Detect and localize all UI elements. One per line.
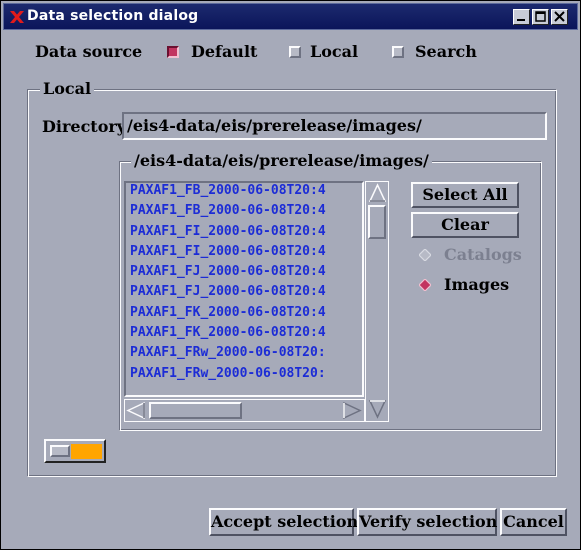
list-item[interactable]: PAXAF1_FI_2000-06-08T20:4 bbox=[126, 224, 362, 244]
dialog-window: Data selection dialog Data source Defaul… bbox=[0, 0, 581, 550]
directory-label: Directory bbox=[42, 117, 127, 136]
scroll-up-arrow-icon[interactable] bbox=[368, 183, 387, 203]
window-title: Data selection dialog bbox=[27, 8, 199, 24]
default-option-label[interactable]: Default bbox=[191, 42, 257, 61]
local-group-legend: Local bbox=[40, 79, 95, 98]
scroll-down-arrow-icon[interactable] bbox=[368, 399, 387, 419]
directory-input[interactable]: /eis4-data/eis/prerelease/images/ bbox=[122, 112, 547, 140]
horizontal-scrollbar[interactable] bbox=[124, 399, 365, 422]
close-button[interactable] bbox=[551, 9, 568, 25]
horizontal-scroll-thumb[interactable] bbox=[149, 402, 242, 419]
maximize-button[interactable] bbox=[532, 9, 549, 25]
list-item[interactable]: PAXAF1_FRw_2000-06-08T20: bbox=[126, 366, 362, 386]
clear-button[interactable]: Clear bbox=[411, 212, 519, 238]
list-item[interactable]: PAXAF1_FJ_2000-06-08T20:4 bbox=[126, 264, 362, 284]
cancel-button[interactable]: Cancel bbox=[500, 508, 567, 536]
default-checkbox[interactable] bbox=[167, 46, 179, 58]
minimize-button[interactable] bbox=[513, 9, 530, 25]
list-item[interactable]: PAXAF1_FB_2000-06-08T20:4 bbox=[126, 183, 362, 203]
vertical-scrollbar[interactable] bbox=[365, 181, 389, 422]
title-bar[interactable]: Data selection dialog bbox=[3, 3, 578, 30]
scroll-right-arrow-icon[interactable] bbox=[342, 401, 362, 420]
scroll-left-arrow-icon[interactable] bbox=[126, 401, 146, 420]
images-radio[interactable] bbox=[419, 279, 431, 291]
list-item[interactable]: PAXAF1_FB_2000-06-08T20:4 bbox=[126, 203, 362, 223]
select-all-button[interactable]: Select All bbox=[411, 182, 519, 208]
close-icon bbox=[554, 11, 565, 22]
activity-toggle[interactable] bbox=[44, 439, 106, 463]
accept-selection-button[interactable]: Accept selection bbox=[209, 508, 358, 536]
list-item[interactable]: PAXAF1_FK_2000-06-08T20:4 bbox=[126, 305, 362, 325]
search-option-label[interactable]: Search bbox=[415, 42, 477, 61]
catalogs-radio[interactable] bbox=[419, 249, 431, 261]
local-option-label[interactable]: Local bbox=[310, 42, 358, 61]
folder-group-legend: /eis4-data/eis/prerelease/images/ bbox=[131, 151, 432, 170]
toggle-knob bbox=[50, 445, 70, 457]
verify-selection-button[interactable]: Verify selection bbox=[357, 508, 497, 536]
x-logo-icon[interactable] bbox=[9, 9, 25, 25]
catalogs-radio-label[interactable]: Catalogs bbox=[444, 245, 522, 264]
list-item[interactable]: PAXAF1_FRw_2000-06-08T20: bbox=[126, 345, 362, 365]
maximize-icon bbox=[535, 11, 546, 22]
list-item[interactable]: PAXAF1_FK_2000-06-08T20:4 bbox=[126, 325, 362, 345]
minimize-icon bbox=[517, 19, 525, 21]
list-item[interactable]: PAXAF1_FJ_2000-06-08T20:4 bbox=[126, 284, 362, 304]
list-item[interactable]: PAXAF1_FI_2000-06-08T20:4 bbox=[126, 244, 362, 264]
toggle-indicator bbox=[71, 444, 102, 459]
data-source-label: Data source bbox=[35, 42, 143, 61]
vertical-scroll-thumb[interactable] bbox=[368, 205, 386, 239]
local-checkbox[interactable] bbox=[289, 46, 301, 58]
file-list[interactable]: PAXAF1_FB_2000-06-08T20:4 PAXAF1_FB_2000… bbox=[124, 181, 364, 397]
search-checkbox[interactable] bbox=[392, 46, 404, 58]
images-radio-label[interactable]: Images bbox=[444, 275, 509, 294]
